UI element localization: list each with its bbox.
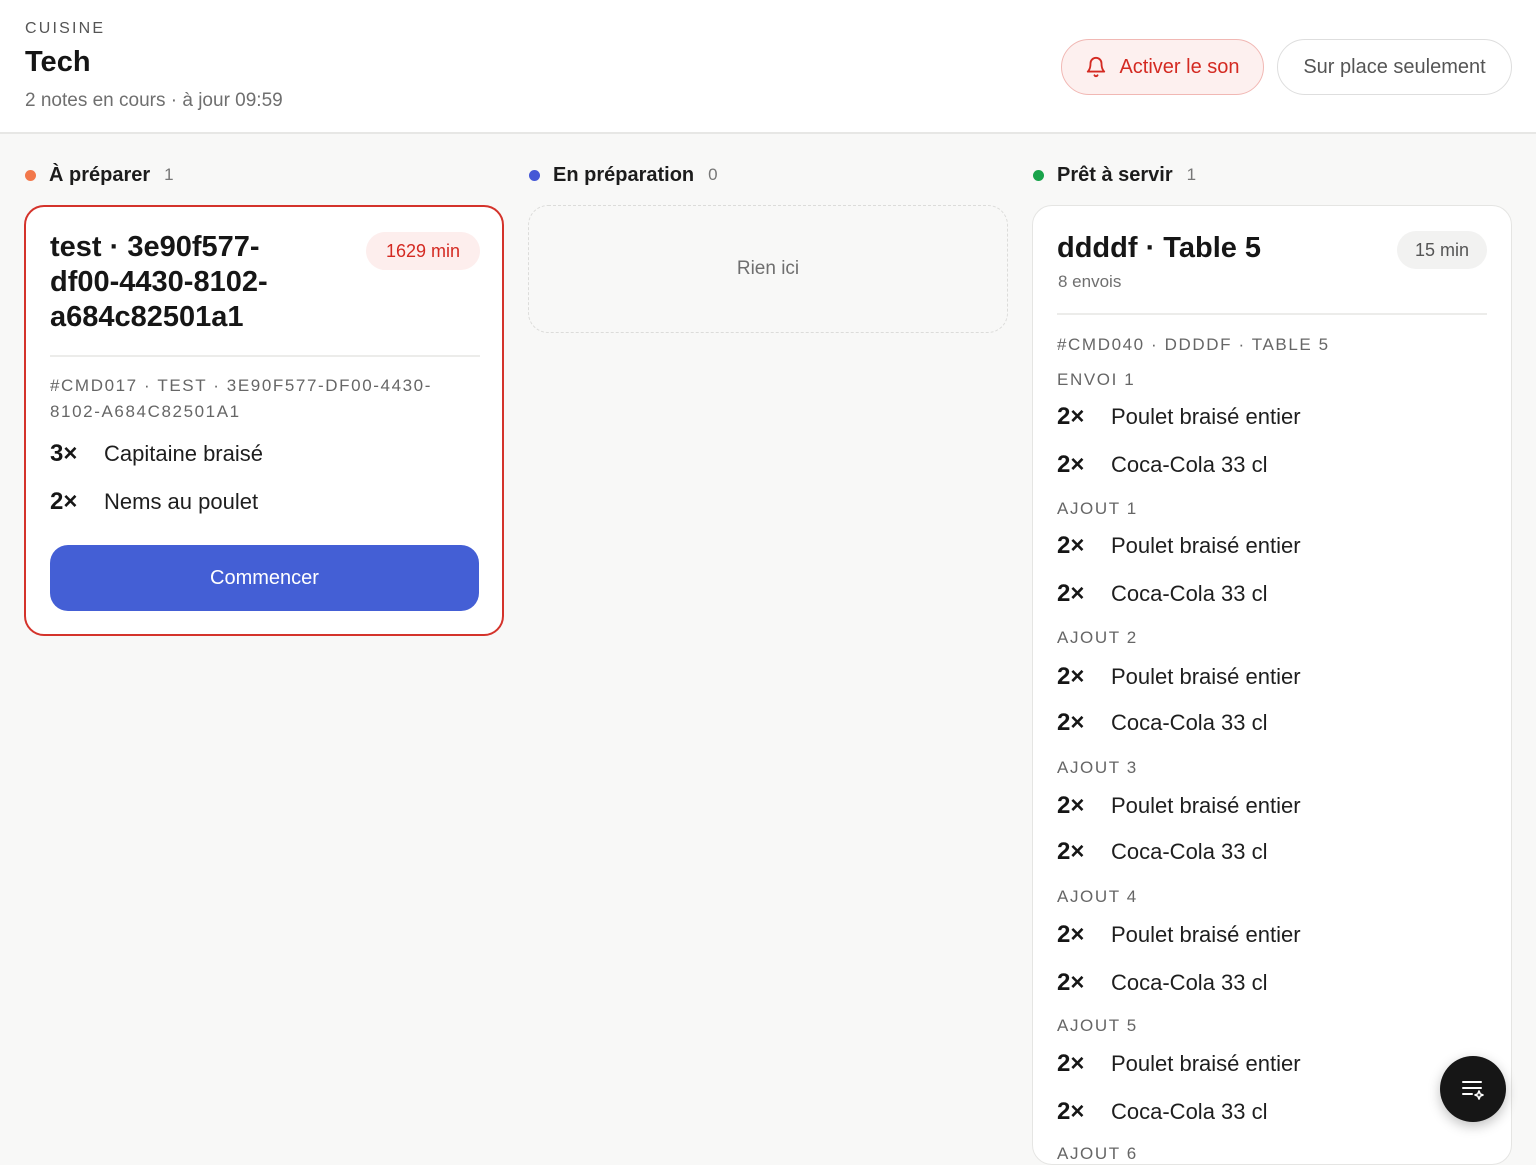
order-item: 2× Poulet braisé entier xyxy=(1057,662,1301,692)
item-quantity: 2× xyxy=(1057,1050,1085,1077)
floating-action-button[interactable] xyxy=(1440,1056,1506,1122)
order-title-line: test · 3e90f577- xyxy=(50,231,260,263)
column-title: En préparation xyxy=(553,163,695,186)
item-name: Capitaine braisé xyxy=(104,441,263,466)
order-item: 2× Coca-Cola 33 cl xyxy=(1057,708,1268,738)
elapsed-time-badge: 15 min xyxy=(1397,231,1487,269)
status-dot-in-progress xyxy=(529,169,540,181)
order-item: 2× Coca-Cola 33 cl xyxy=(1057,579,1268,609)
order-item: 2× Poulet braisé entier xyxy=(1057,1049,1301,1079)
item-quantity: 2× xyxy=(1057,709,1085,736)
enable-sound-button[interactable]: Activer le son xyxy=(1061,39,1264,95)
item-name: Coca-Cola 33 cl xyxy=(1111,452,1268,477)
column-count: 0 xyxy=(708,165,718,184)
column-header-ready: Prêt à servir 1 xyxy=(1033,162,1196,188)
item-quantity: 2× xyxy=(1057,580,1085,607)
item-name: Coca-Cola 33 cl xyxy=(1111,581,1268,606)
item-quantity: 2× xyxy=(1057,663,1085,690)
item-name: Poulet braisé entier xyxy=(1111,922,1301,947)
onsite-only-button[interactable]: Sur place seulement xyxy=(1277,39,1512,95)
order-item: 3× Capitaine braisé xyxy=(50,439,263,469)
item-name: Coca-Cola 33 cl xyxy=(1111,1099,1268,1124)
item-name: Coca-Cola 33 cl xyxy=(1111,839,1268,864)
empty-column-placeholder: Rien ici xyxy=(528,205,1008,333)
column-count: 1 xyxy=(1186,165,1197,184)
item-quantity: 2× xyxy=(1057,403,1085,430)
column-header-in-progress: En préparation 0 xyxy=(529,162,718,188)
elapsed-time-badge: 1629 min xyxy=(366,232,480,270)
order-card-ready[interactable]: ddddf · Table 5 8 envois 15 min #CMD040 … xyxy=(1032,205,1512,1165)
column-header-todo: À préparer 1 xyxy=(25,162,174,188)
send-group-label: AJOUT 4 xyxy=(1057,887,1138,906)
send-group-label: AJOUT 5 xyxy=(1057,1016,1138,1035)
item-name: Poulet braisé entier xyxy=(1111,404,1301,429)
item-quantity: 3× xyxy=(50,440,78,467)
item-name: Coca-Cola 33 cl xyxy=(1111,710,1268,735)
section-kicker: CUISINE xyxy=(25,20,106,37)
item-quantity: 2× xyxy=(1057,1098,1085,1125)
order-reference: #CMD040 · DDDDF · TABLE 5 xyxy=(1057,335,1330,354)
order-item: 2× Poulet braisé entier xyxy=(1057,531,1301,561)
order-item: 2× Coca-Cola 33 cl xyxy=(1057,968,1268,998)
order-reference-line: #CMD017 · TEST · 3E90F577-DF00-4430- xyxy=(50,376,433,395)
send-group-label: ENVOI 1 xyxy=(1057,370,1136,389)
card-divider xyxy=(50,355,480,357)
item-quantity: 2× xyxy=(1057,921,1085,948)
order-title-line: df00-4430-8102- xyxy=(50,266,268,298)
order-reference: #CMD017 · TEST · 3E90F577-DF00-4430- 810… xyxy=(50,373,432,425)
order-item: 2× Coca-Cola 33 cl xyxy=(1057,837,1268,867)
card-divider xyxy=(1057,313,1487,315)
status-dot-todo xyxy=(25,169,36,181)
page-title: Tech xyxy=(25,46,91,78)
item-quantity: 2× xyxy=(1057,792,1085,819)
start-button[interactable]: Commencer xyxy=(50,545,479,611)
order-item: 2× Nems au poulet xyxy=(50,487,258,517)
order-item: 2× Poulet braisé entier xyxy=(1057,920,1301,950)
send-group-label: AJOUT 6 xyxy=(1057,1144,1138,1163)
item-quantity: 2× xyxy=(50,488,78,515)
send-group-label: AJOUT 2 xyxy=(1057,628,1138,647)
item-quantity: 2× xyxy=(1057,969,1085,996)
order-item: 2× Coca-Cola 33 cl xyxy=(1057,1097,1268,1127)
onsite-only-label: Sur place seulement xyxy=(1303,55,1486,78)
status-subtitle: 2 notes en cours · à jour 09:59 xyxy=(25,90,283,111)
column-count: 1 xyxy=(164,165,174,184)
app-header: CUISINE Tech 2 notes en cours · à jour 0… xyxy=(0,0,1536,134)
order-title-line: a684c82501a1 xyxy=(50,301,244,333)
order-item: 2× Poulet braisé entier xyxy=(1057,791,1301,821)
status-dot-ready xyxy=(1033,169,1044,181)
order-card-todo[interactable]: test · 3e90f577- df00-4430-8102- a684c82… xyxy=(24,205,504,636)
item-name: Coca-Cola 33 cl xyxy=(1111,970,1268,995)
order-item: 2× Coca-Cola 33 cl xyxy=(1057,450,1268,480)
item-name: Poulet braisé entier xyxy=(1111,793,1301,818)
order-title: test · 3e90f577- df00-4430-8102- a684c82… xyxy=(50,230,268,335)
list-sparkle-icon xyxy=(1462,1081,1484,1100)
item-name: Poulet braisé entier xyxy=(1111,1051,1301,1076)
order-reference-line: 8102-A684C82501A1 xyxy=(50,402,241,421)
column-title: Prêt à servir xyxy=(1057,163,1173,186)
send-group-label: AJOUT 3 xyxy=(1057,758,1138,777)
item-name: Nems au poulet xyxy=(104,489,259,514)
sends-count: 8 envois xyxy=(1058,272,1122,291)
send-group-label: AJOUT 1 xyxy=(1057,499,1138,518)
enable-sound-label: Activer le son xyxy=(1119,55,1240,78)
item-name: Poulet braisé entier xyxy=(1111,533,1301,558)
item-quantity: 2× xyxy=(1057,838,1085,865)
order-item: 2× Poulet braisé entier xyxy=(1057,402,1301,432)
bell-icon xyxy=(1087,57,1106,78)
item-quantity: 2× xyxy=(1057,451,1085,478)
order-title: ddddf · Table 5 xyxy=(1057,232,1262,264)
item-name: Poulet braisé entier xyxy=(1111,664,1301,689)
item-quantity: 2× xyxy=(1057,532,1085,559)
column-title: À préparer xyxy=(49,163,151,186)
